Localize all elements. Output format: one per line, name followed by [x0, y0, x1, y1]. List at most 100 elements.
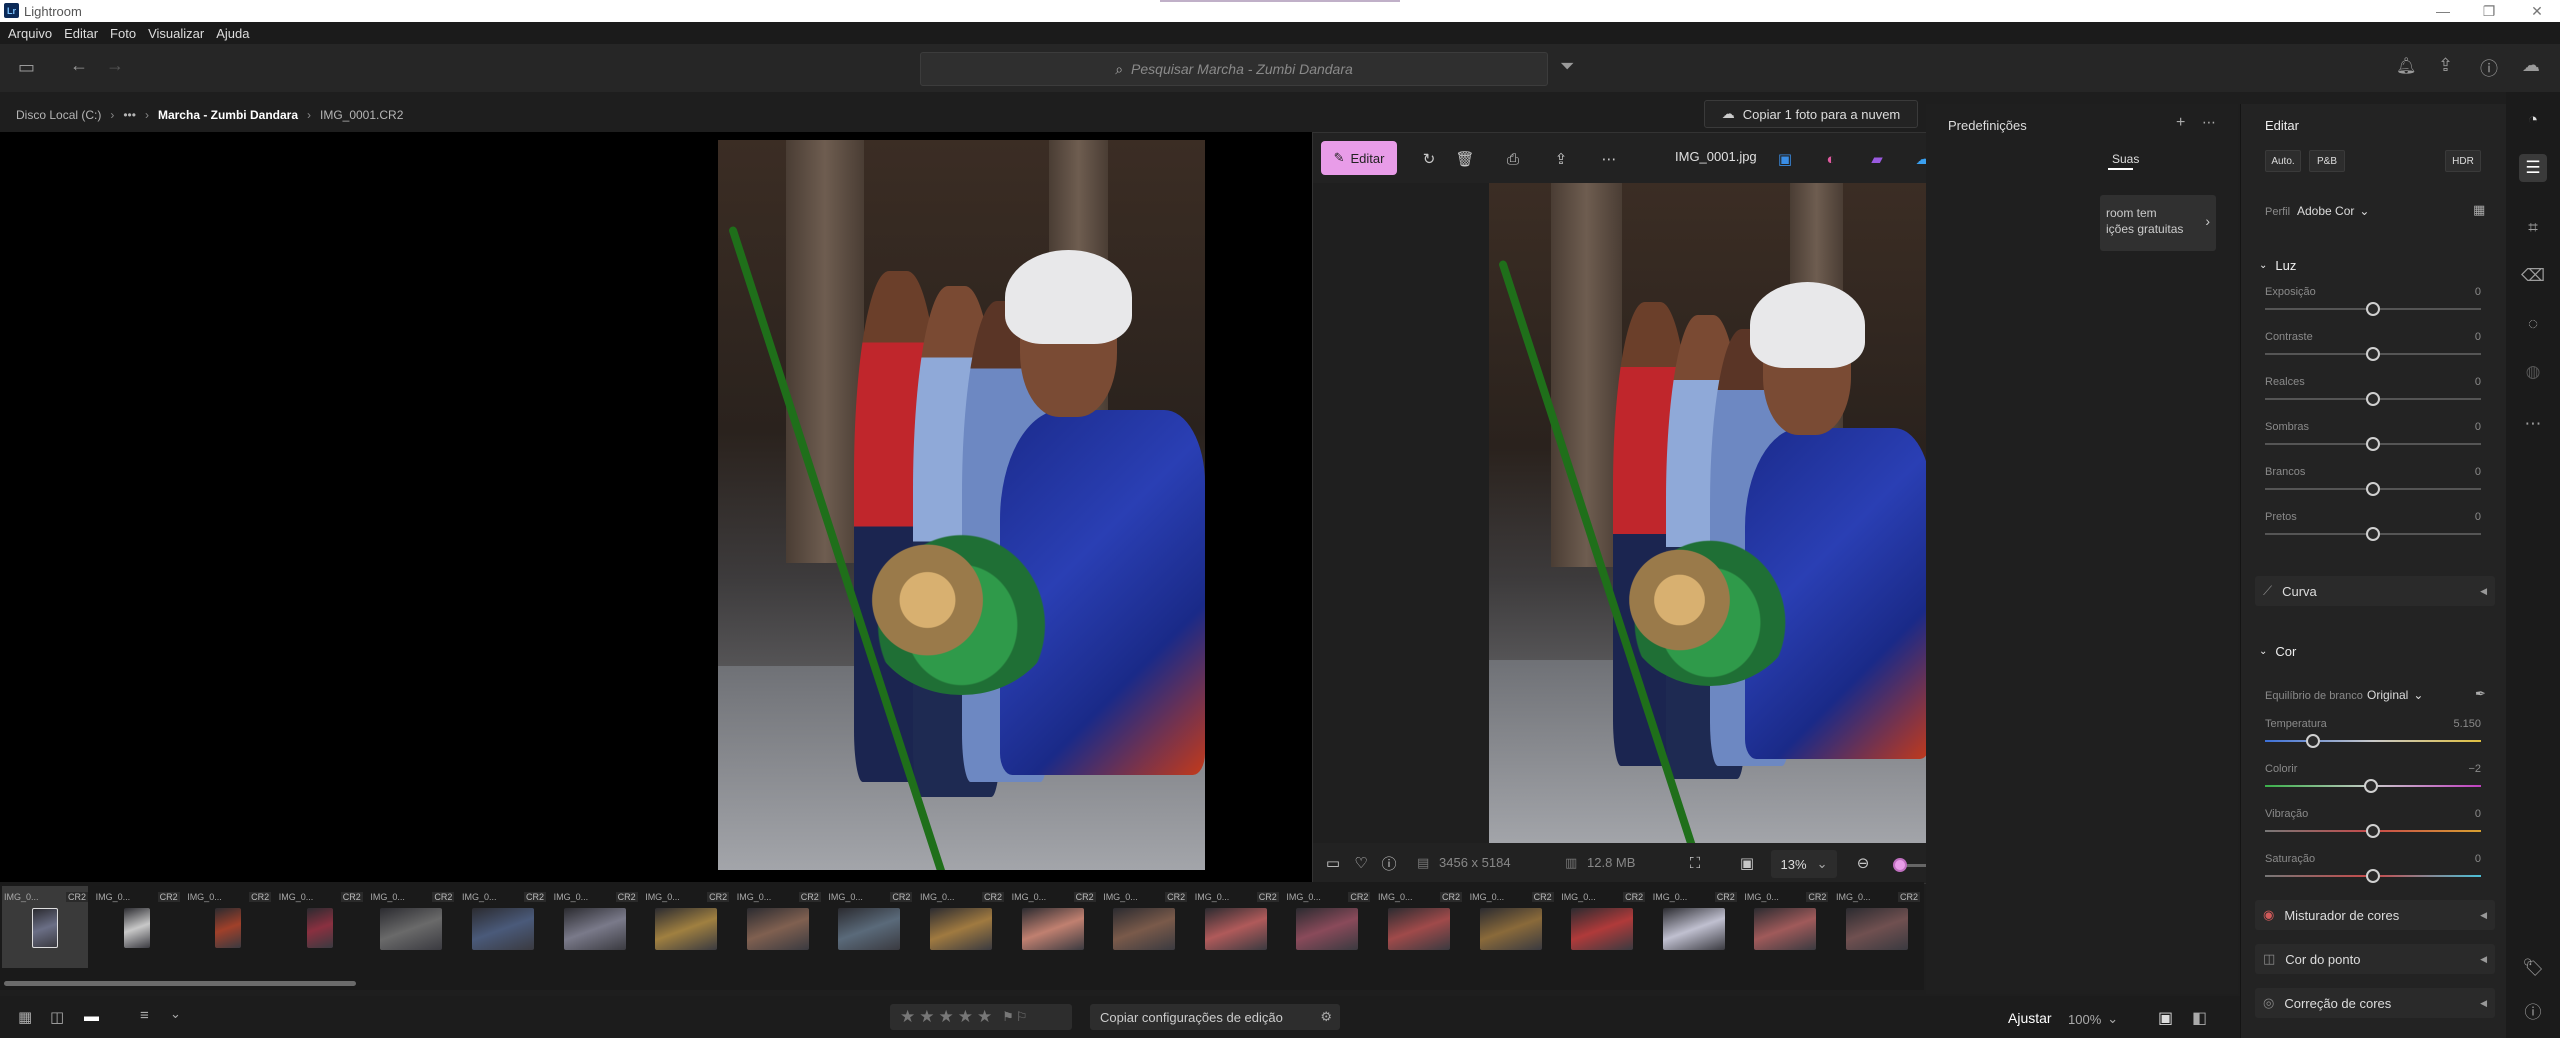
tab-suas[interactable]: Suas — [2112, 152, 2139, 166]
close-icon[interactable]: ✕ — [2514, 0, 2560, 22]
forward-arrow-icon[interactable]: → — [106, 55, 124, 76]
filmstrip-thumb[interactable]: IMG_0... CR2 — [277, 886, 363, 968]
eyedropper-icon[interactable]: ✒ — [2475, 686, 2486, 702]
filmstrip-thumb[interactable]: IMG_0... CR2 — [1742, 886, 1829, 968]
more-options-icon[interactable]: ⋯ — [2202, 114, 2216, 131]
slider-thumb[interactable] — [2366, 527, 2380, 541]
slider-thumb[interactable] — [2366, 824, 2380, 838]
panel-toggle-icon[interactable]: ▭ — [18, 57, 35, 78]
bw-button[interactable]: P&B — [2309, 150, 2345, 172]
slider-track[interactable] — [2265, 740, 2481, 742]
filmstrip-thumb[interactable]: IMG_0... CR2 — [643, 886, 730, 968]
star-icon[interactable]: ★★★★★ — [900, 1007, 996, 1027]
filmstrip-thumb[interactable]: IMG_0... CR2 — [368, 886, 455, 968]
filmstrip-thumb[interactable]: IMG_0... CR2 — [1468, 886, 1554, 968]
add-preset-icon[interactable]: + — [2176, 114, 2185, 132]
menu-ajuda[interactable]: Ajuda — [216, 26, 249, 41]
slider-thumb[interactable] — [2366, 437, 2380, 451]
bell-icon[interactable]: 🔔︎ — [2396, 56, 2416, 76]
slider-value[interactable]: −2 — [2441, 763, 2481, 775]
crop-icon[interactable]: ⌗ — [2519, 214, 2547, 242]
slider-thumb[interactable] — [2305, 734, 2320, 748]
filmstrip-thumb[interactable]: IMG_0... CR2 — [1101, 886, 1188, 968]
filmstrip-thumb[interactable]: IMG_0... CR2 — [826, 886, 913, 968]
menu-editar[interactable]: Editar — [64, 26, 98, 41]
menu-visualizar[interactable]: Visualizar — [148, 26, 204, 41]
square-grid-icon[interactable]: ◫ — [50, 1008, 64, 1026]
filmstrip-scrollbar[interactable] — [4, 981, 356, 986]
zoom-slider-thumb[interactable] — [1893, 858, 1907, 872]
gear-icon[interactable]: ⚙ — [1320, 1009, 1332, 1025]
light-section-header[interactable]: ⌄ Luz — [2259, 258, 2296, 273]
copy-to-cloud-button[interactable]: ☁ Copiar 1 foto para a nuvem — [1704, 100, 1918, 128]
more-tools-icon[interactable]: ⋯ — [2519, 410, 2547, 438]
slider-thumb[interactable] — [2366, 302, 2380, 316]
slider-thumb[interactable] — [2366, 869, 2380, 883]
menu-arquivo[interactable]: Arquivo — [8, 26, 52, 41]
rotate-icon[interactable]: ↻ — [1419, 149, 1439, 169]
cloud-icon[interactable]: ☁ — [2522, 55, 2540, 76]
filmstrip-thumb[interactable]: IMG_0... CR2 — [552, 886, 638, 968]
slider-value[interactable]: 0 — [2441, 466, 2481, 478]
auto-button[interactable]: Auto. — [2265, 150, 2301, 172]
filmstrip-thumb[interactable]: IMG_0... CR2 — [735, 886, 821, 968]
curve-section[interactable]: ⟋ Curva ◀ — [2255, 576, 2495, 606]
delete-icon[interactable]: 🗑︎ — [1455, 149, 1475, 169]
info-icon[interactable]: ⓘ — [2519, 996, 2547, 1024]
presets-promo[interactable]: room tem ições gratuitas › — [2100, 195, 2216, 251]
breadcrumb-folder[interactable]: Marcha - Zumbi Dandara — [158, 108, 298, 122]
heart-icon[interactable]: ♡ — [1351, 853, 1371, 873]
before-after-icon[interactable]: ◧ — [2192, 1008, 2207, 1028]
main-photo[interactable] — [718, 140, 1205, 870]
clipchamp-icon[interactable]: ▰ — [1867, 149, 1887, 169]
copy-edit-settings-button[interactable]: Copiar configurações de edição ⚙ — [1090, 1004, 1340, 1030]
grid-view-icon[interactable]: ▦ — [18, 1008, 32, 1026]
share-icon[interactable]: ⇪ — [1551, 149, 1571, 169]
search-input[interactable]: ⌕ Pesquisar Marcha - Zumbi Dandara — [920, 52, 1548, 86]
zoom-out-icon[interactable]: ⊖ — [1853, 853, 1873, 873]
filmstrip-toggle-icon[interactable]: ▭ — [1323, 853, 1343, 873]
edit-button[interactable]: ✎ Editar — [1321, 141, 1397, 175]
filmstrip-thumb[interactable]: IMG_0... CR2 — [1193, 886, 1279, 968]
sort-icon[interactable]: ≡ — [140, 1007, 149, 1024]
minimize-icon[interactable]: — — [2420, 0, 2466, 22]
slider-value[interactable]: 0 — [2441, 853, 2481, 865]
breadcrumb-root[interactable]: Disco Local (C:) — [16, 108, 101, 122]
filmstrip-thumb[interactable]: IMG_0... CR2 — [918, 886, 1004, 968]
photo-app-icon[interactable]: ▣ — [1775, 149, 1795, 169]
help-icon[interactable]: ⓘ — [2480, 55, 2498, 81]
info-icon[interactable]: ⓘ — [1379, 853, 1399, 873]
slider-thumb[interactable] — [2363, 779, 2378, 793]
slider-thumb[interactable] — [2366, 347, 2380, 361]
filmstrip-thumb[interactable]: IMG_0... CR2 — [185, 886, 272, 968]
slider-value[interactable]: 0 — [2441, 808, 2481, 820]
color-mixer-section[interactable]: ◉ Misturador de cores ◀ — [2255, 900, 2495, 930]
filmstrip-thumb[interactable]: IMG_0... CR2 — [460, 886, 546, 968]
paint-app-icon[interactable]: ◐ — [1821, 149, 1841, 169]
rating-stars[interactable]: ★★★★★ ⚑⚐ — [890, 1004, 1072, 1030]
filmstrip-thumb[interactable]: IMG_0... CR2 — [1284, 886, 1371, 968]
redeye-icon[interactable]: ◍ — [2519, 358, 2547, 386]
back-arrow-icon[interactable]: ← — [70, 55, 88, 76]
breadcrumb-ellipsis[interactable]: ••• — [123, 108, 136, 122]
restore-icon[interactable]: ❐ — [2466, 0, 2512, 22]
slider-value[interactable]: 0 — [2441, 376, 2481, 388]
masking-icon[interactable]: ◌ — [2519, 310, 2547, 338]
slider-value[interactable]: 0 — [2441, 421, 2481, 433]
chevron-down-icon[interactable]: ⌄ — [170, 1006, 181, 1022]
viewer-photo[interactable] — [1489, 183, 1931, 845]
flag-icon[interactable]: ⚑⚐ — [1002, 1009, 1029, 1025]
actual-size-icon[interactable]: ▣ — [1737, 853, 1757, 873]
menu-foto[interactable]: Foto — [110, 26, 136, 41]
filmstrip-thumb[interactable]: IMG_0... CR2 — [1010, 886, 1096, 968]
tag-icon[interactable]: 🏷︎ — [2519, 954, 2547, 982]
wb-dropdown[interactable]: Original ⌄ — [2367, 688, 2423, 702]
healing-icon[interactable]: ⌫ — [2519, 262, 2547, 290]
more-options-icon[interactable]: ⋯ — [1599, 149, 1619, 169]
filmstrip-thumb[interactable]: IMG_0... CR2 — [1559, 886, 1646, 968]
point-color-section[interactable]: ◫ Cor do ponto ◀ — [2255, 944, 2495, 974]
zoom-level-dropdown[interactable]: 100% ⌄ — [2068, 1011, 2118, 1027]
fit-icon[interactable]: ⛶ — [1685, 853, 1705, 873]
share-icon[interactable]: ⇪ — [2438, 55, 2453, 76]
filmstrip-thumb[interactable]: IMG_0... CR2 — [1376, 886, 1462, 968]
